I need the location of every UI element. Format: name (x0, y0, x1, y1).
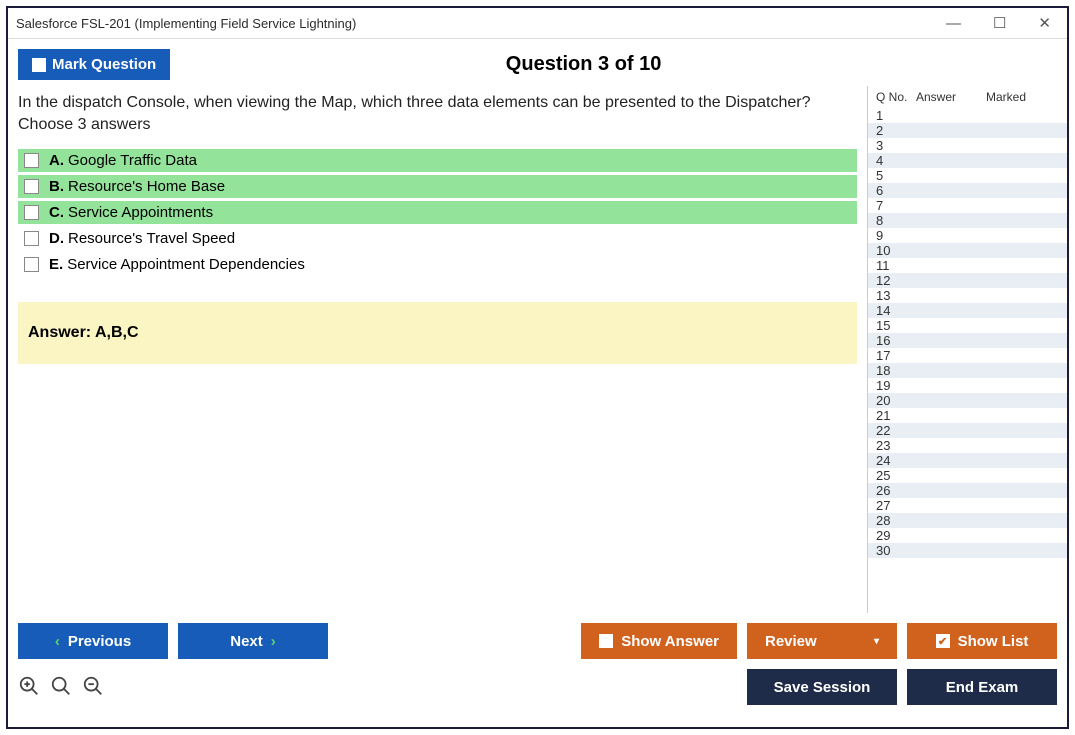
zoom-reset-icon[interactable] (18, 675, 40, 700)
sidebar-row[interactable]: 19 (868, 378, 1067, 393)
col-qno: Q No. (876, 90, 916, 104)
option-row[interactable]: D. Resource's Travel Speed (18, 227, 857, 250)
save-session-label: Save Session (774, 679, 871, 696)
titlebar: Salesforce FSL-201 (Implementing Field S… (8, 8, 1067, 39)
sidebar-row[interactable]: 27 (868, 498, 1067, 513)
option-text: Resource's Home Base (68, 178, 225, 195)
end-exam-label: End Exam (946, 679, 1019, 696)
option-text: Service Appointment Dependencies (67, 256, 305, 273)
option-checkbox[interactable] (24, 205, 39, 220)
chevron-left-icon: ‹ (55, 633, 60, 650)
save-session-button[interactable]: Save Session (747, 669, 897, 705)
sidebar-row[interactable]: 8 (868, 213, 1067, 228)
footer-row-1: ‹ Previous Next › Show Answer Review ▾ S… (18, 623, 1057, 659)
sidebar-row[interactable]: 6 (868, 183, 1067, 198)
question-counter: Question 3 of 10 (110, 53, 1057, 76)
sidebar-row[interactable]: 15 (868, 318, 1067, 333)
option-letter: A. (49, 152, 64, 169)
footer: ‹ Previous Next › Show Answer Review ▾ S… (8, 613, 1067, 727)
sidebar-row[interactable]: 22 (868, 423, 1067, 438)
option-checkbox[interactable] (24, 153, 39, 168)
sidebar-row[interactable]: 7 (868, 198, 1067, 213)
main-panel: In the dispatch Console, when viewing th… (8, 86, 867, 613)
answer-label: Answer: A,B,C (28, 324, 139, 341)
show-list-label: Show List (958, 633, 1029, 650)
sidebar-row[interactable]: 29 (868, 528, 1067, 543)
option-row[interactable]: C. Service Appointments (18, 201, 857, 224)
chevron-down-icon: ▾ (874, 636, 879, 647)
zoom-controls (18, 675, 104, 700)
sidebar-row[interactable]: 17 (868, 348, 1067, 363)
show-list-checkbox-icon (936, 634, 950, 648)
maximize-icon[interactable]: ☐ (985, 12, 1014, 34)
zoom-out-icon[interactable] (82, 675, 104, 700)
sidebar-row[interactable]: 9 (868, 228, 1067, 243)
show-answer-button[interactable]: Show Answer (581, 623, 737, 659)
sidebar-row[interactable]: 30 (868, 543, 1067, 558)
question-text: In the dispatch Console, when viewing th… (18, 92, 857, 135)
window-title: Salesforce FSL-201 (Implementing Field S… (16, 16, 356, 31)
minimize-icon[interactable]: — (938, 13, 969, 34)
option-checkbox[interactable] (24, 257, 39, 272)
next-label: Next (230, 633, 263, 650)
answer-box: Answer: A,B,C (18, 302, 857, 364)
option-text: Google Traffic Data (68, 152, 197, 169)
sidebar-row[interactable]: 12 (868, 273, 1067, 288)
sidebar-row[interactable]: 23 (868, 438, 1067, 453)
mark-checkbox-icon (32, 58, 46, 72)
sidebar-row[interactable]: 16 (868, 333, 1067, 348)
option-letter: E. (49, 256, 63, 273)
sidebar-row[interactable]: 1 (868, 108, 1067, 123)
option-row[interactable]: E. Service Appointment Dependencies (18, 253, 857, 276)
previous-label: Previous (68, 633, 131, 650)
sidebar-row[interactable]: 13 (868, 288, 1067, 303)
sidebar-row[interactable]: 14 (868, 303, 1067, 318)
option-checkbox[interactable] (24, 179, 39, 194)
option-letter: D. (49, 230, 64, 247)
col-answer: Answer (916, 90, 986, 104)
sidebar-row[interactable]: 10 (868, 243, 1067, 258)
question-list-sidebar: Q No. Answer Marked 12345678910111213141… (867, 86, 1067, 613)
chevron-right-icon: › (271, 633, 276, 650)
sidebar-row[interactable]: 5 (868, 168, 1067, 183)
sidebar-header[interactable]: Q No. Answer Marked (868, 86, 1067, 108)
next-button[interactable]: Next › (178, 623, 328, 659)
sidebar-row[interactable]: 4 (868, 153, 1067, 168)
options-list: A. Google Traffic DataB. Resource's Home… (18, 149, 857, 276)
sidebar-body[interactable]: 1234567891011121314151617181920212223242… (868, 108, 1067, 613)
sidebar-row[interactable]: 3 (868, 138, 1067, 153)
review-label: Review (765, 633, 817, 650)
option-text: Service Appointments (68, 204, 213, 221)
sidebar-row[interactable]: 2 (868, 123, 1067, 138)
footer-row-2: Save Session End Exam (18, 669, 1057, 705)
option-row[interactable]: A. Google Traffic Data (18, 149, 857, 172)
content-area: In the dispatch Console, when viewing th… (8, 86, 1067, 613)
option-letter: B. (49, 178, 64, 195)
sidebar-row[interactable]: 11 (868, 258, 1067, 273)
topbar: Mark Question Question 3 of 10 (8, 39, 1067, 86)
end-exam-button[interactable]: End Exam (907, 669, 1057, 705)
close-icon[interactable]: ✕ (1030, 12, 1059, 34)
sidebar-row[interactable]: 18 (868, 363, 1067, 378)
show-answer-checkbox-icon (599, 634, 613, 648)
show-list-button[interactable]: Show List (907, 623, 1057, 659)
sidebar-row[interactable]: 21 (868, 408, 1067, 423)
option-text: Resource's Travel Speed (68, 230, 235, 247)
app-window: Salesforce FSL-201 (Implementing Field S… (6, 6, 1069, 729)
previous-button[interactable]: ‹ Previous (18, 623, 168, 659)
col-marked: Marked (986, 90, 1059, 104)
sidebar-row[interactable]: 24 (868, 453, 1067, 468)
sidebar-row[interactable]: 20 (868, 393, 1067, 408)
window-controls: — ☐ ✕ (938, 12, 1059, 34)
sidebar-row[interactable]: 26 (868, 483, 1067, 498)
zoom-in-icon[interactable] (50, 675, 72, 700)
sidebar-row[interactable]: 25 (868, 468, 1067, 483)
option-checkbox[interactable] (24, 231, 39, 246)
show-answer-label: Show Answer (621, 633, 719, 650)
sidebar-row[interactable]: 28 (868, 513, 1067, 528)
option-row[interactable]: B. Resource's Home Base (18, 175, 857, 198)
review-dropdown[interactable]: Review ▾ (747, 623, 897, 659)
option-letter: C. (49, 204, 64, 221)
